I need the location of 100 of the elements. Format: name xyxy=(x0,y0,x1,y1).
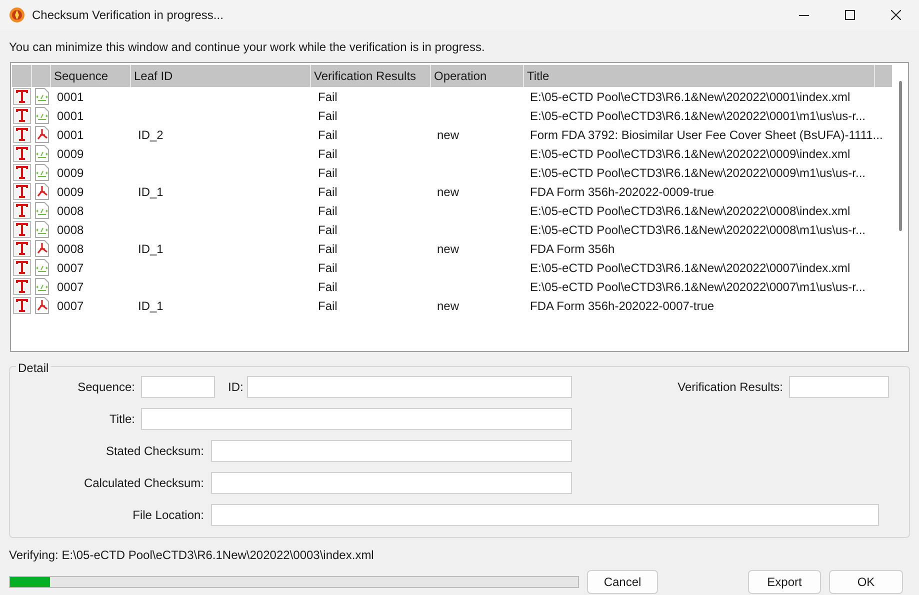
letter-t-icon xyxy=(13,259,31,276)
column-header[interactable]: Leaf ID xyxy=(131,65,311,87)
close-icon xyxy=(891,10,901,20)
table-cell: Fail xyxy=(318,128,338,142)
stated-checksum-field[interactable] xyxy=(211,440,572,462)
table-cell: E:\05-eCTD Pool\eCTD3\R6.1&New\202022\0009\m1\us\us-r... xyxy=(530,166,866,180)
table-row[interactable]: 0009 ID_1 Fail new FDA Form 356h-202022-0009-true xyxy=(12,182,892,201)
table-cell: 0007 xyxy=(57,260,84,274)
xml-file-icon xyxy=(34,164,48,181)
table-cell: 0008 xyxy=(57,222,84,236)
column-header[interactable]: Sequence xyxy=(51,65,131,87)
table-cell: Fail xyxy=(318,184,338,198)
table-cell: E:\05-eCTD Pool\eCTD3\R6.1&New\202022\0009\index.xml xyxy=(530,146,850,160)
id-field[interactable] xyxy=(247,376,572,398)
table-cell: Fail xyxy=(318,222,338,236)
table-row[interactable]: 0007 ID_1 Fail new FDA Form 356h-202022-0007-true xyxy=(12,296,892,315)
table-cell: Fail xyxy=(318,108,338,122)
table-cell: 0008 xyxy=(57,204,84,218)
window-title: Checksum Verification in progress... xyxy=(32,7,224,24)
table-cell: 0001 xyxy=(57,90,84,104)
calculated-checksum-field[interactable] xyxy=(211,472,572,494)
table-row[interactable]: 0001 Fail E:\05-eCTD Pool\eCTD3\R6.1&New\202022\0001\index.xml xyxy=(12,87,892,106)
xml-file-icon xyxy=(34,221,48,238)
status-text: Verifying: E:\05-eCTD Pool\eCTD3\R6.1New\202022\0003\index.xml xyxy=(9,548,374,562)
cancel-button[interactable]: Cancel xyxy=(587,570,658,594)
letter-t-icon xyxy=(13,240,31,257)
pdf-file-icon xyxy=(34,126,48,143)
table-row[interactable]: 0001 Fail E:\05-eCTD Pool\eCTD3\R6.1&New\202022\0001\m1\us\us-r... xyxy=(12,106,892,125)
info-text: You can minimize this window and continue your work while the verification is in progress. xyxy=(9,40,485,54)
letter-t-icon xyxy=(13,202,31,219)
field-label: Sequence: xyxy=(76,379,136,396)
table-cell: Fail xyxy=(318,260,338,274)
table-row[interactable]: 0007 Fail E:\05-eCTD Pool\eCTD3\R6.1&New\202022\0007\index.xml xyxy=(12,258,892,277)
xml-file-icon xyxy=(34,278,48,295)
table-cell: Fail xyxy=(318,90,338,104)
table-cell: 0009 xyxy=(57,146,84,160)
table-cell: FDA Form 356h xyxy=(530,242,615,256)
letter-t-icon xyxy=(13,297,31,314)
pdf-file-icon xyxy=(34,240,48,257)
table-row[interactable]: 0008 Fail E:\05-eCTD Pool\eCTD3\R6.1&New\202022\0008\m1\us\us-r... xyxy=(12,220,892,239)
table-cell: E:\05-eCTD Pool\eCTD3\R6.1&New\202022\0001\m1\us\us-r... xyxy=(530,108,866,122)
scrollbar-thumb[interactable] xyxy=(898,81,902,231)
table-cell: new xyxy=(437,184,460,198)
ok-button[interactable]: OK xyxy=(829,570,903,594)
pdf-file-icon xyxy=(34,183,48,200)
table-cell: Form FDA 3792: Biosimilar User Fee Cover Sheet (BsUFA)-1111... xyxy=(530,128,883,142)
table-cell: 0001 xyxy=(57,128,84,142)
field-label: ID: xyxy=(228,379,244,396)
file-location-field[interactable] xyxy=(211,504,879,526)
results-field[interactable] xyxy=(789,376,889,398)
table-row[interactable]: 0008 Fail E:\05-eCTD Pool\eCTD3\R6.1&New\202022\0008\index.xml xyxy=(12,201,892,220)
table-cell: E:\05-eCTD Pool\eCTD3\R6.1&New\202022\0008\index.xml xyxy=(530,204,850,218)
table-cell: Fail xyxy=(318,204,338,218)
field-label: Verification Results: xyxy=(678,379,783,396)
pdf-file-icon xyxy=(34,297,48,314)
table-cell: FDA Form 356h-202022-0007-true xyxy=(530,298,714,312)
sequence-field[interactable] xyxy=(141,376,215,398)
table-cell: E:\05-eCTD Pool\eCTD3\R6.1&New\202022\0001\index.xml xyxy=(530,90,850,104)
table-cell: Fail xyxy=(318,298,338,312)
table-cell: 0009 xyxy=(57,166,84,180)
table-cell: 0008 xyxy=(57,242,84,256)
table-cell: 0009 xyxy=(57,184,84,198)
xml-file-icon xyxy=(34,202,48,219)
table-cell: 0001 xyxy=(57,108,84,122)
letter-t-icon xyxy=(13,164,31,181)
table-cell: FDA Form 356h-202022-0009-true xyxy=(530,184,714,198)
field-label: File Location: xyxy=(132,507,205,524)
table-cell: E:\05-eCTD Pool\eCTD3\R6.1&New\202022\0007\m1\us\us-r... xyxy=(530,280,866,294)
column-header[interactable]: Title xyxy=(524,65,875,87)
table-row[interactable]: 0007 Fail E:\05-eCTD Pool\eCTD3\R6.1&New\202022\0007\m1\us\us-r... xyxy=(12,277,892,296)
table-cell: new xyxy=(437,298,460,312)
table-cell: E:\05-eCTD Pool\eCTD3\R6.1&New\202022\0008\m1\us\us-r... xyxy=(530,222,866,236)
table-cell: E:\05-eCTD Pool\eCTD3\R6.1&New\202022\0007\index.xml xyxy=(530,260,850,274)
table-cell: Fail xyxy=(318,242,338,256)
field-label: Calculated Checksum: xyxy=(82,475,205,492)
table-row[interactable]: 0001 ID_2 Fail new Form FDA 3792: Biosimilar User Fee Cover Sheet (BsUFA)-1111... xyxy=(12,125,892,144)
table-row[interactable]: 0009 Fail E:\05-eCTD Pool\eCTD3\R6.1&New\202022\0009\index.xml xyxy=(12,144,892,163)
field-label: Title: xyxy=(108,411,136,428)
xml-file-icon xyxy=(34,88,48,105)
column-header[interactable]: Operation xyxy=(431,65,524,87)
table-row[interactable]: 0008 ID_1 Fail new FDA Form 356h xyxy=(12,239,892,258)
flame-logo-icon xyxy=(9,7,25,23)
letter-t-icon xyxy=(13,221,31,238)
table-cell: ID_2 xyxy=(138,128,164,142)
maximize-icon xyxy=(845,10,855,20)
table-cell: Fail xyxy=(318,146,338,160)
table-cell: 0007 xyxy=(57,298,84,312)
xml-file-icon xyxy=(34,259,48,276)
letter-t-icon xyxy=(13,278,31,295)
letter-t-icon xyxy=(13,183,31,200)
export-button[interactable]: Export xyxy=(748,570,821,594)
table-cell: 0007 xyxy=(57,280,84,294)
table-cell: ID_1 xyxy=(138,184,164,198)
table-cell: Fail xyxy=(318,166,338,180)
xml-file-icon xyxy=(34,107,48,124)
title-field[interactable] xyxy=(141,408,572,430)
table-row[interactable]: 0009 Fail E:\05-eCTD Pool\eCTD3\R6.1&New\202022\0009\m1\us\us-r... xyxy=(12,163,892,182)
column-header[interactable]: Verification Results xyxy=(311,65,431,87)
table-cell: new xyxy=(437,242,460,256)
table-cell: new xyxy=(437,128,460,142)
